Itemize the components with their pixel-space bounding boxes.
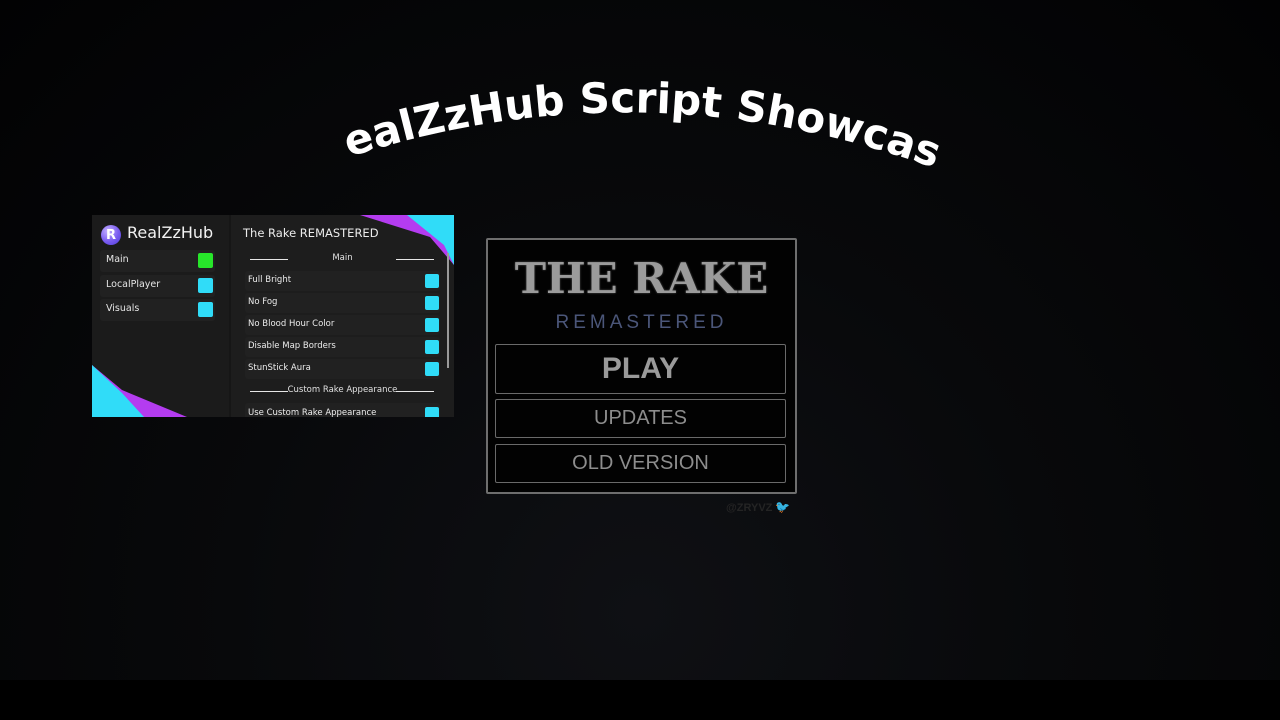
sidebar-tab-main[interactable]: Main — [100, 250, 215, 272]
toggle-checkbox[interactable] — [425, 340, 439, 354]
twitter-bird-icon: 🐦 — [775, 500, 791, 514]
old-version-button[interactable]: OLD VERSION — [495, 444, 786, 483]
tab-label: LocalPlayer — [106, 279, 161, 290]
option-label: Disable Map Borders — [248, 341, 336, 351]
corner-decoration-bottom-left — [92, 365, 187, 417]
option-full-bright[interactable]: Full Bright — [245, 271, 440, 291]
game-logo-title: THE RAKE — [514, 254, 769, 303]
game-logo-subtitle: REMASTERED — [555, 312, 728, 333]
section-header-main: Main — [245, 251, 440, 269]
tab-indicator — [198, 253, 213, 268]
divider-line — [396, 259, 434, 260]
video-title: RealZzHub Script Showcase — [320, 70, 948, 177]
game-main-menu: THE RAKE REMASTERED PLAY UPDATES OLD VER… — [486, 238, 797, 494]
option-stunstick-aura[interactable]: StunStick Aura — [245, 359, 440, 379]
game-title: The Rake REMASTERED — [243, 226, 379, 240]
tab-label: Main — [106, 254, 129, 265]
hub-brand: RealZzHub — [127, 223, 214, 242]
option-label: Full Bright — [248, 275, 292, 285]
tab-indicator — [198, 278, 213, 293]
section-title: Main — [332, 253, 353, 263]
option-no-blood-hour-color[interactable]: No Blood Hour Color — [245, 315, 440, 335]
toggle-checkbox[interactable] — [425, 274, 439, 288]
script-hub-window: R RealZzHub Main LocalPlayer Visuals The… — [92, 215, 454, 417]
sidebar-tab-visuals[interactable]: Visuals — [100, 299, 215, 321]
tab-label: Visuals — [106, 303, 140, 314]
video-title-text: RealZzHub Script Showcase — [320, 70, 948, 177]
divider-line — [396, 391, 434, 392]
play-button[interactable]: PLAY — [495, 344, 786, 394]
option-label: Use Custom Rake Appearance — [248, 408, 377, 417]
option-label: StunStick Aura — [248, 363, 311, 373]
toggle-checkbox[interactable] — [425, 296, 439, 310]
option-no-fog[interactable]: No Fog — [245, 293, 440, 313]
watermark-handle: @ZRYVZ — [726, 502, 773, 514]
updates-button[interactable]: UPDATES — [495, 399, 786, 438]
section-header-custom-rake: Custom Rake Appearance — [245, 383, 440, 401]
option-label: No Blood Hour Color — [248, 319, 335, 329]
watermark: @ZRYVZ 🐦 — [726, 500, 790, 514]
hub-logo-icon: R — [101, 225, 121, 245]
option-disable-map-borders[interactable]: Disable Map Borders — [245, 337, 440, 357]
sidebar-tab-localplayer[interactable]: LocalPlayer — [100, 275, 215, 297]
section-title: Custom Rake Appearance — [287, 385, 398, 395]
option-custom-rake-appearance[interactable]: Use Custom Rake Appearance — [245, 403, 440, 417]
tab-indicator — [198, 302, 213, 317]
option-label: No Fog — [248, 297, 278, 307]
scrollbar[interactable] — [447, 253, 449, 368]
toggle-checkbox[interactable] — [425, 407, 439, 417]
toggle-checkbox[interactable] — [425, 318, 439, 332]
bottom-letterbox — [0, 680, 1280, 720]
toggle-checkbox[interactable] — [425, 362, 439, 376]
hub-divider — [229, 215, 231, 417]
